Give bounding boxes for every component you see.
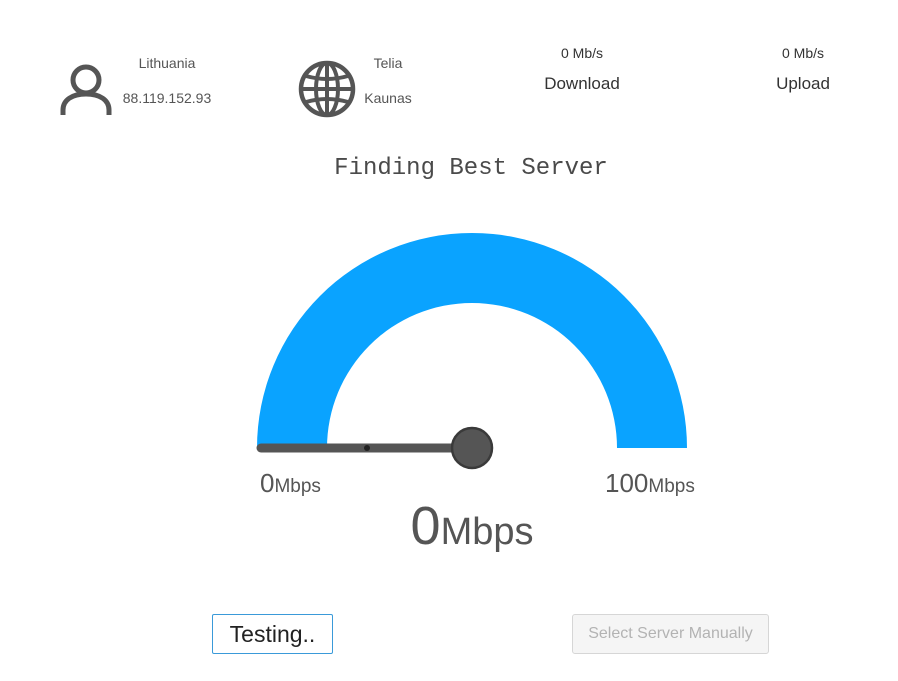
test-status-text: Finding Best Server — [334, 155, 608, 182]
gauge-needle-hub — [450, 426, 494, 470]
current-speed-readout: 0Mbps — [300, 495, 644, 557]
gauge-arc — [257, 233, 687, 448]
upload-label: Upload — [776, 74, 830, 93]
upload-speed-value: 0 Mb/s — [781, 45, 824, 61]
current-speed-value: 0 — [410, 496, 441, 556]
client-country: Lithuania — [138, 55, 196, 71]
testing-button[interactable]: Testing.. — [212, 614, 333, 654]
isp-city: Kaunas — [364, 90, 412, 106]
user-icon — [60, 64, 112, 115]
speed-gauge — [256, 233, 687, 470]
client-ip-address: 88.119.152.93 — [122, 90, 212, 106]
current-speed-unit: Mbps — [440, 511, 534, 553]
gauge-needle-tick — [364, 445, 370, 451]
isp-name: Telia — [373, 55, 403, 71]
download-speed-value: 0 Mb/s — [560, 45, 603, 61]
select-server-manually-button[interactable]: Select Server Manually — [572, 614, 769, 654]
download-label: Download — [544, 74, 620, 93]
